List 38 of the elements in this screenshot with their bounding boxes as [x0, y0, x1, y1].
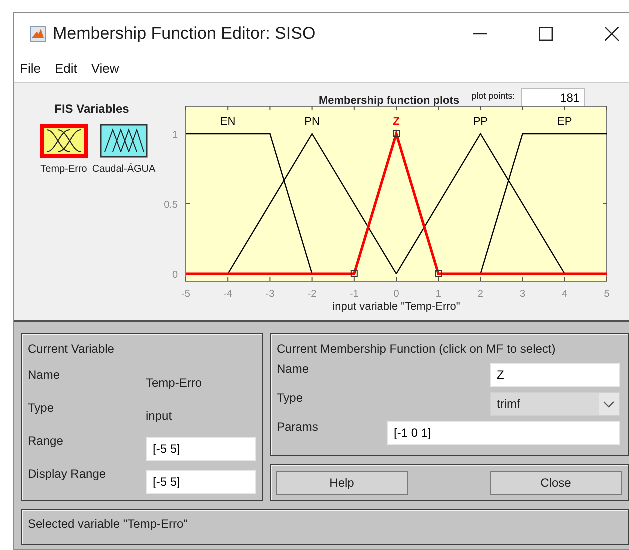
field-label: plot points:: [472, 91, 516, 101]
curve-label: PP: [473, 116, 488, 128]
tick-label: 2: [478, 289, 484, 300]
tick-label: 5: [604, 289, 610, 300]
tick-label: 3: [520, 289, 526, 300]
tick-label: 1: [172, 130, 178, 141]
field-label: Name: [28, 367, 62, 382]
window-title: Membership Function Editor: SISO: [53, 24, 316, 44]
curve-label: Z: [393, 116, 400, 128]
tick-label: -5: [182, 289, 190, 300]
axis-label: input variable "Temp-Erro": [332, 301, 460, 313]
field-label: Range: [28, 433, 64, 448]
tick-label: 4: [562, 289, 568, 300]
curve-label: PN: [304, 116, 320, 128]
tick-label: -4: [224, 289, 233, 300]
tick-label: -1: [350, 289, 359, 300]
field-label: Display Range: [28, 466, 108, 481]
curve-label: EP: [558, 116, 572, 128]
field-label: Params: [277, 419, 320, 434]
field-label: Type: [28, 400, 56, 415]
section-title: FIS Variables: [54, 102, 130, 116]
chart-title: Membership function plots: [319, 95, 460, 107]
field-label: Name: [277, 361, 310, 376]
panel-title: Current Variable: [28, 342, 116, 356]
field-value: Temp-Erro: [146, 376, 204, 390]
status-text: Selected variable "Temp-Erro": [28, 517, 188, 531]
tick-label: -2: [308, 289, 317, 300]
panel-title: Current Membership Function (click on MF to select): [277, 342, 557, 356]
variable-label: Caudal-ÁGUA: [92, 164, 156, 175]
tick-label: 0: [172, 270, 178, 281]
tick-label: 1: [436, 289, 442, 300]
tick-label: 0.5: [164, 200, 178, 211]
curve-label: EN: [220, 116, 236, 128]
tick-label: 0: [394, 289, 400, 300]
tick-label: -3: [266, 289, 275, 300]
variable-label: Temp-Erro: [40, 164, 88, 175]
field-value: input: [146, 408, 174, 422]
field-label: Type: [277, 390, 304, 405]
